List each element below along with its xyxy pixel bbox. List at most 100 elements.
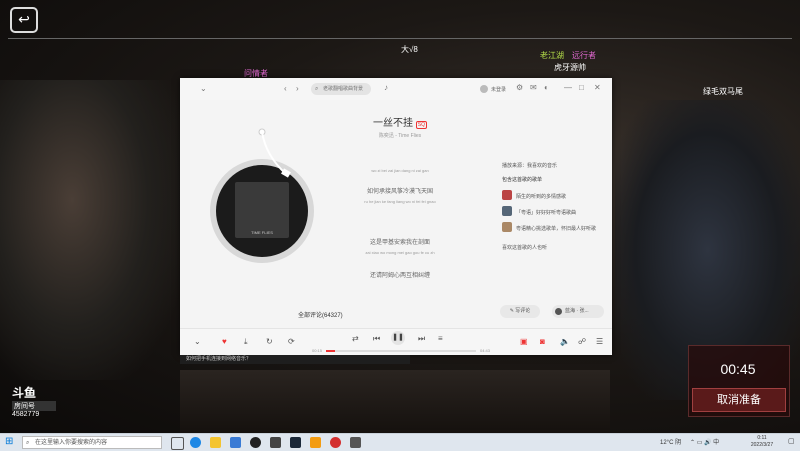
playlist-section-title: 包含这首歌的歌单 bbox=[502, 177, 543, 183]
listen-together-icon[interactable]: ☍ bbox=[578, 337, 586, 347]
similar-listeners[interactable]: 喜欢这首歌的人也听 bbox=[502, 244, 547, 251]
lyric-pinyin: wo zi bei zai jian dang ni zai gan bbox=[371, 168, 429, 173]
lyric-pinyin: zai xiao wo mong mei gao gou fe cu zh bbox=[365, 250, 435, 255]
playback-bar: ⌄ ♥ ⤓ ↻ ⟳ ⇄ ⏮ ❚❚ ⏭ ≡ 00:15 04:43 ▣ ◙ 🔈 ☍… bbox=[180, 328, 612, 355]
search-placeholder: 老歌翻唱歌曲背景 bbox=[323, 86, 364, 92]
write-comment-button[interactable]: ✎ 写评论 bbox=[500, 305, 540, 318]
shuffle-icon[interactable]: ⇄ bbox=[352, 334, 359, 344]
song-artist[interactable]: 陈奕迅 - Time Flies bbox=[350, 132, 450, 139]
write-comment-label: 写评论 bbox=[515, 308, 531, 314]
windows-start-icon[interactable]: ⊞ bbox=[5, 436, 13, 447]
volume-icon[interactable]: 🔈 bbox=[560, 337, 570, 347]
progress-fill bbox=[326, 350, 335, 352]
music-player-window: ⌄ ‹ › ⌕ 老歌翻唱歌曲背景 ♪ 未登录 ⚙ ✉ ◐ — □ ✕ 一丝不挂 … bbox=[180, 78, 612, 355]
user-button[interactable]: 蓝海 · 张... bbox=[552, 305, 604, 318]
room-label: 房间号 bbox=[12, 401, 56, 411]
song-title: 一丝不挂 SQ bbox=[350, 114, 450, 129]
avatar bbox=[555, 308, 562, 315]
album-label: TIME FLIES bbox=[251, 230, 273, 235]
download-icon[interactable]: ⤓ bbox=[244, 337, 248, 347]
total-time: 04:43 bbox=[480, 348, 491, 353]
taskbar-search-input[interactable]: ⌕ 在这里输入你要搜索的内容 bbox=[22, 436, 162, 449]
song-title-text: 一丝不挂 bbox=[372, 118, 413, 129]
forward-nav-icon[interactable]: › bbox=[296, 84, 299, 93]
app-icon[interactable] bbox=[350, 437, 361, 448]
character-left bbox=[0, 80, 180, 380]
taskbar: ⊞ ⌕ 在这里输入你要搜索的内容 12°C 阴 ⌃ ▭ 🔊 中 0:11 202… bbox=[0, 433, 800, 451]
danmu-comment: 虎牙源帅 bbox=[554, 63, 586, 72]
taskbar-clock[interactable]: 0:11 2022/3/27 bbox=[740, 435, 784, 449]
collapse-icon[interactable]: ⌄ bbox=[200, 84, 207, 93]
lyric-text: 这是甲基安索我在剖面 bbox=[369, 240, 430, 246]
current-time: 00:15 bbox=[312, 348, 323, 353]
top-divider bbox=[8, 38, 792, 39]
douyu-logo: 斗鱼 bbox=[12, 386, 37, 400]
tonearm-icon bbox=[258, 128, 291, 178]
lyric-line: 还请阿姆心两互相纠缠 bbox=[300, 270, 500, 279]
voice-search-icon[interactable]: ♪ bbox=[384, 83, 388, 92]
app-icon[interactable] bbox=[270, 437, 281, 448]
queue-icon[interactable]: ☰ bbox=[596, 337, 603, 347]
pause-button[interactable]: ❚❚ bbox=[391, 331, 405, 345]
more-icon[interactable]: ⟳ bbox=[288, 337, 295, 347]
edge-icon[interactable] bbox=[190, 437, 201, 448]
notification-bar[interactable]: 如何把手机连接到网络音乐？ bbox=[180, 355, 410, 364]
playlist-item[interactable]: 陌生的听到的多情感歌 bbox=[516, 193, 566, 200]
tray-icons[interactable]: ⌃ ▭ 🔊 中 bbox=[690, 437, 719, 446]
skin-icon[interactable]: ◐ bbox=[544, 83, 549, 92]
mail-icon[interactable]: ✉ bbox=[530, 83, 537, 92]
steam-icon[interactable] bbox=[290, 437, 301, 448]
back-nav-icon[interactable]: ‹ bbox=[284, 84, 287, 93]
settings-icon[interactable]: ⚙ bbox=[516, 83, 523, 92]
login-link[interactable]: 未登录 bbox=[491, 86, 506, 93]
playlist-item[interactable]: 粤语精心挑选歌单，怀旧最人好听歌 bbox=[516, 225, 596, 232]
search-input[interactable]: ⌕ 老歌翻唱歌曲背景 bbox=[311, 83, 371, 95]
danmu-comment: 远行者 bbox=[572, 51, 596, 60]
countdown-timer: 00:45 bbox=[720, 361, 756, 377]
taskbar-search-placeholder: 在这里输入你要搜索的内容 bbox=[35, 440, 108, 446]
danmu-comment: 绿毛双马尾 bbox=[703, 87, 743, 96]
back-arrow-icon: ↩ bbox=[18, 11, 30, 27]
effect-icon[interactable]: ◙ bbox=[540, 337, 545, 347]
share-icon[interactable]: ↻ bbox=[266, 337, 273, 347]
playlist-cover bbox=[502, 206, 512, 216]
next-icon[interactable]: ⏭ bbox=[418, 334, 425, 344]
clock-time: 0:11 bbox=[757, 435, 767, 441]
lyric-text: 如何承接风筝冷漠飞天国 bbox=[366, 189, 433, 195]
douyu-watermark: 斗鱼 房间号 4582779 bbox=[12, 384, 56, 418]
user-label: 蓝海 · 张... bbox=[565, 308, 589, 314]
lyric-line: wo zi bei zai jian dang ni zai gan bbox=[300, 168, 500, 173]
search-icon: ⌕ bbox=[315, 86, 319, 92]
back-button[interactable]: ↩ bbox=[10, 7, 38, 33]
room-number: 4582779 bbox=[12, 411, 40, 418]
mail-app-icon[interactable] bbox=[230, 437, 241, 448]
playlist-mode-icon[interactable]: ≡ bbox=[438, 334, 443, 344]
floor-area bbox=[180, 370, 610, 433]
play-source[interactable]: 播放来源：我喜欢的音乐 bbox=[502, 162, 557, 169]
playlist-item[interactable]: 「粤语」好好好听粤语歌曲 bbox=[516, 209, 576, 216]
danmu-comment: 大√8 bbox=[401, 45, 418, 54]
task-view-icon[interactable] bbox=[171, 437, 184, 450]
file-explorer-icon[interactable] bbox=[210, 437, 221, 448]
heart-icon[interactable]: ♥ bbox=[222, 337, 227, 347]
danmu-comment: 老江湖 bbox=[540, 51, 564, 60]
lyric-text: 还请阿姆心两互相纠缠 bbox=[369, 273, 430, 279]
cancel-ready-button[interactable]: 取消准备 bbox=[692, 388, 786, 412]
app-icon[interactable] bbox=[310, 437, 321, 448]
previous-icon[interactable]: ⏮ bbox=[373, 334, 380, 344]
lyric-pinyin: ru he jian ke fang liang wo ni fei fei g… bbox=[364, 199, 436, 204]
comments-count[interactable]: 全部评论(64327) bbox=[298, 310, 343, 319]
playlist-cover bbox=[502, 222, 512, 232]
weather-tray[interactable]: 12°C 阴 bbox=[660, 437, 681, 446]
netease-music-icon[interactable] bbox=[330, 437, 341, 448]
minimize-icon[interactable]: — bbox=[564, 83, 572, 92]
progress-bar[interactable] bbox=[326, 350, 476, 352]
quality-icon[interactable]: ▣ bbox=[520, 337, 528, 347]
maximize-icon[interactable]: □ bbox=[579, 83, 584, 92]
chevron-down-icon[interactable]: ⌄ bbox=[194, 337, 201, 347]
close-icon[interactable]: ✕ bbox=[594, 83, 601, 92]
notification-icon[interactable]: ▢ bbox=[788, 437, 795, 445]
app-icon[interactable] bbox=[250, 437, 261, 448]
clock-date: 2022/3/27 bbox=[750, 442, 774, 448]
avatar[interactable] bbox=[480, 85, 488, 93]
